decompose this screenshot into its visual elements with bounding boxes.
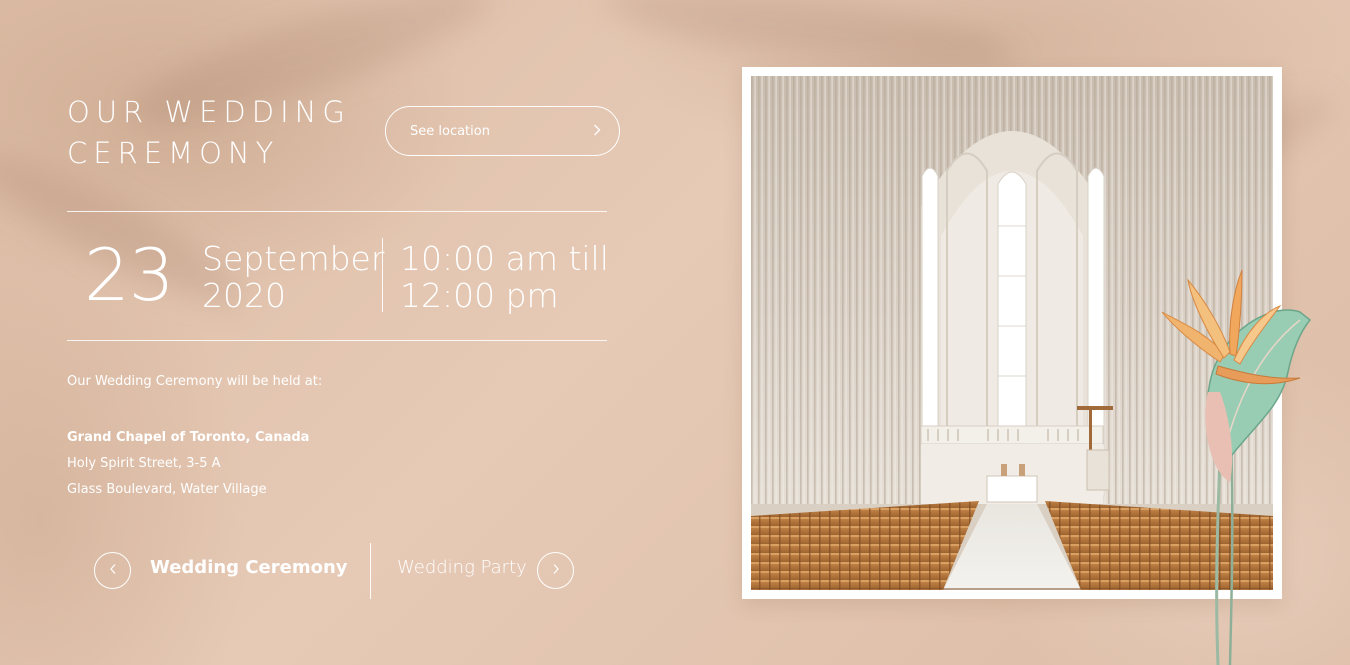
tab-wedding-ceremony[interactable]: Wedding Ceremony: [150, 557, 348, 578]
date-month-year: September 2020: [202, 240, 384, 314]
tab-divider: [370, 543, 371, 599]
time-start: 10:00 am till: [400, 239, 609, 278]
divider-top: [67, 211, 607, 212]
chevron-left-icon: [109, 563, 117, 579]
chevron-right-icon: [593, 123, 601, 139]
tab-wedding-party[interactable]: Wedding Party: [397, 557, 527, 578]
next-button[interactable]: [537, 552, 574, 589]
divider-bottom: [67, 340, 607, 341]
page-title: OUR WEDDING CEREMONY: [67, 92, 377, 174]
time-end: 12:00 pm: [400, 276, 559, 315]
address-line-2: Glass Boulevard, Water Village: [67, 482, 267, 497]
date-day: 23: [84, 233, 175, 317]
venue-address: Grand Chapel of Toronto, Canada Holy Spi…: [67, 425, 309, 503]
chevron-right-icon: [552, 563, 560, 579]
see-location-button[interactable]: See location: [385, 106, 620, 156]
title-line-1: OUR WEDDING: [67, 95, 351, 129]
date-year: 2020: [202, 276, 286, 315]
title-line-2: CEREMONY: [67, 136, 280, 170]
held-at-text: Our Wedding Ceremony will be held at:: [67, 374, 323, 389]
date-time-divider: [382, 238, 383, 312]
date-month: September: [202, 239, 385, 278]
see-location-label: See location: [410, 123, 490, 139]
bird-of-paradise-illustration: [1150, 262, 1320, 665]
prev-button[interactable]: [94, 552, 131, 589]
ceremony-time: 10:00 am till 12:00 pm: [400, 240, 609, 314]
address-line-1: Holy Spirit Street, 3-5 A: [67, 456, 221, 471]
venue-name: Grand Chapel of Toronto, Canada: [67, 430, 310, 445]
